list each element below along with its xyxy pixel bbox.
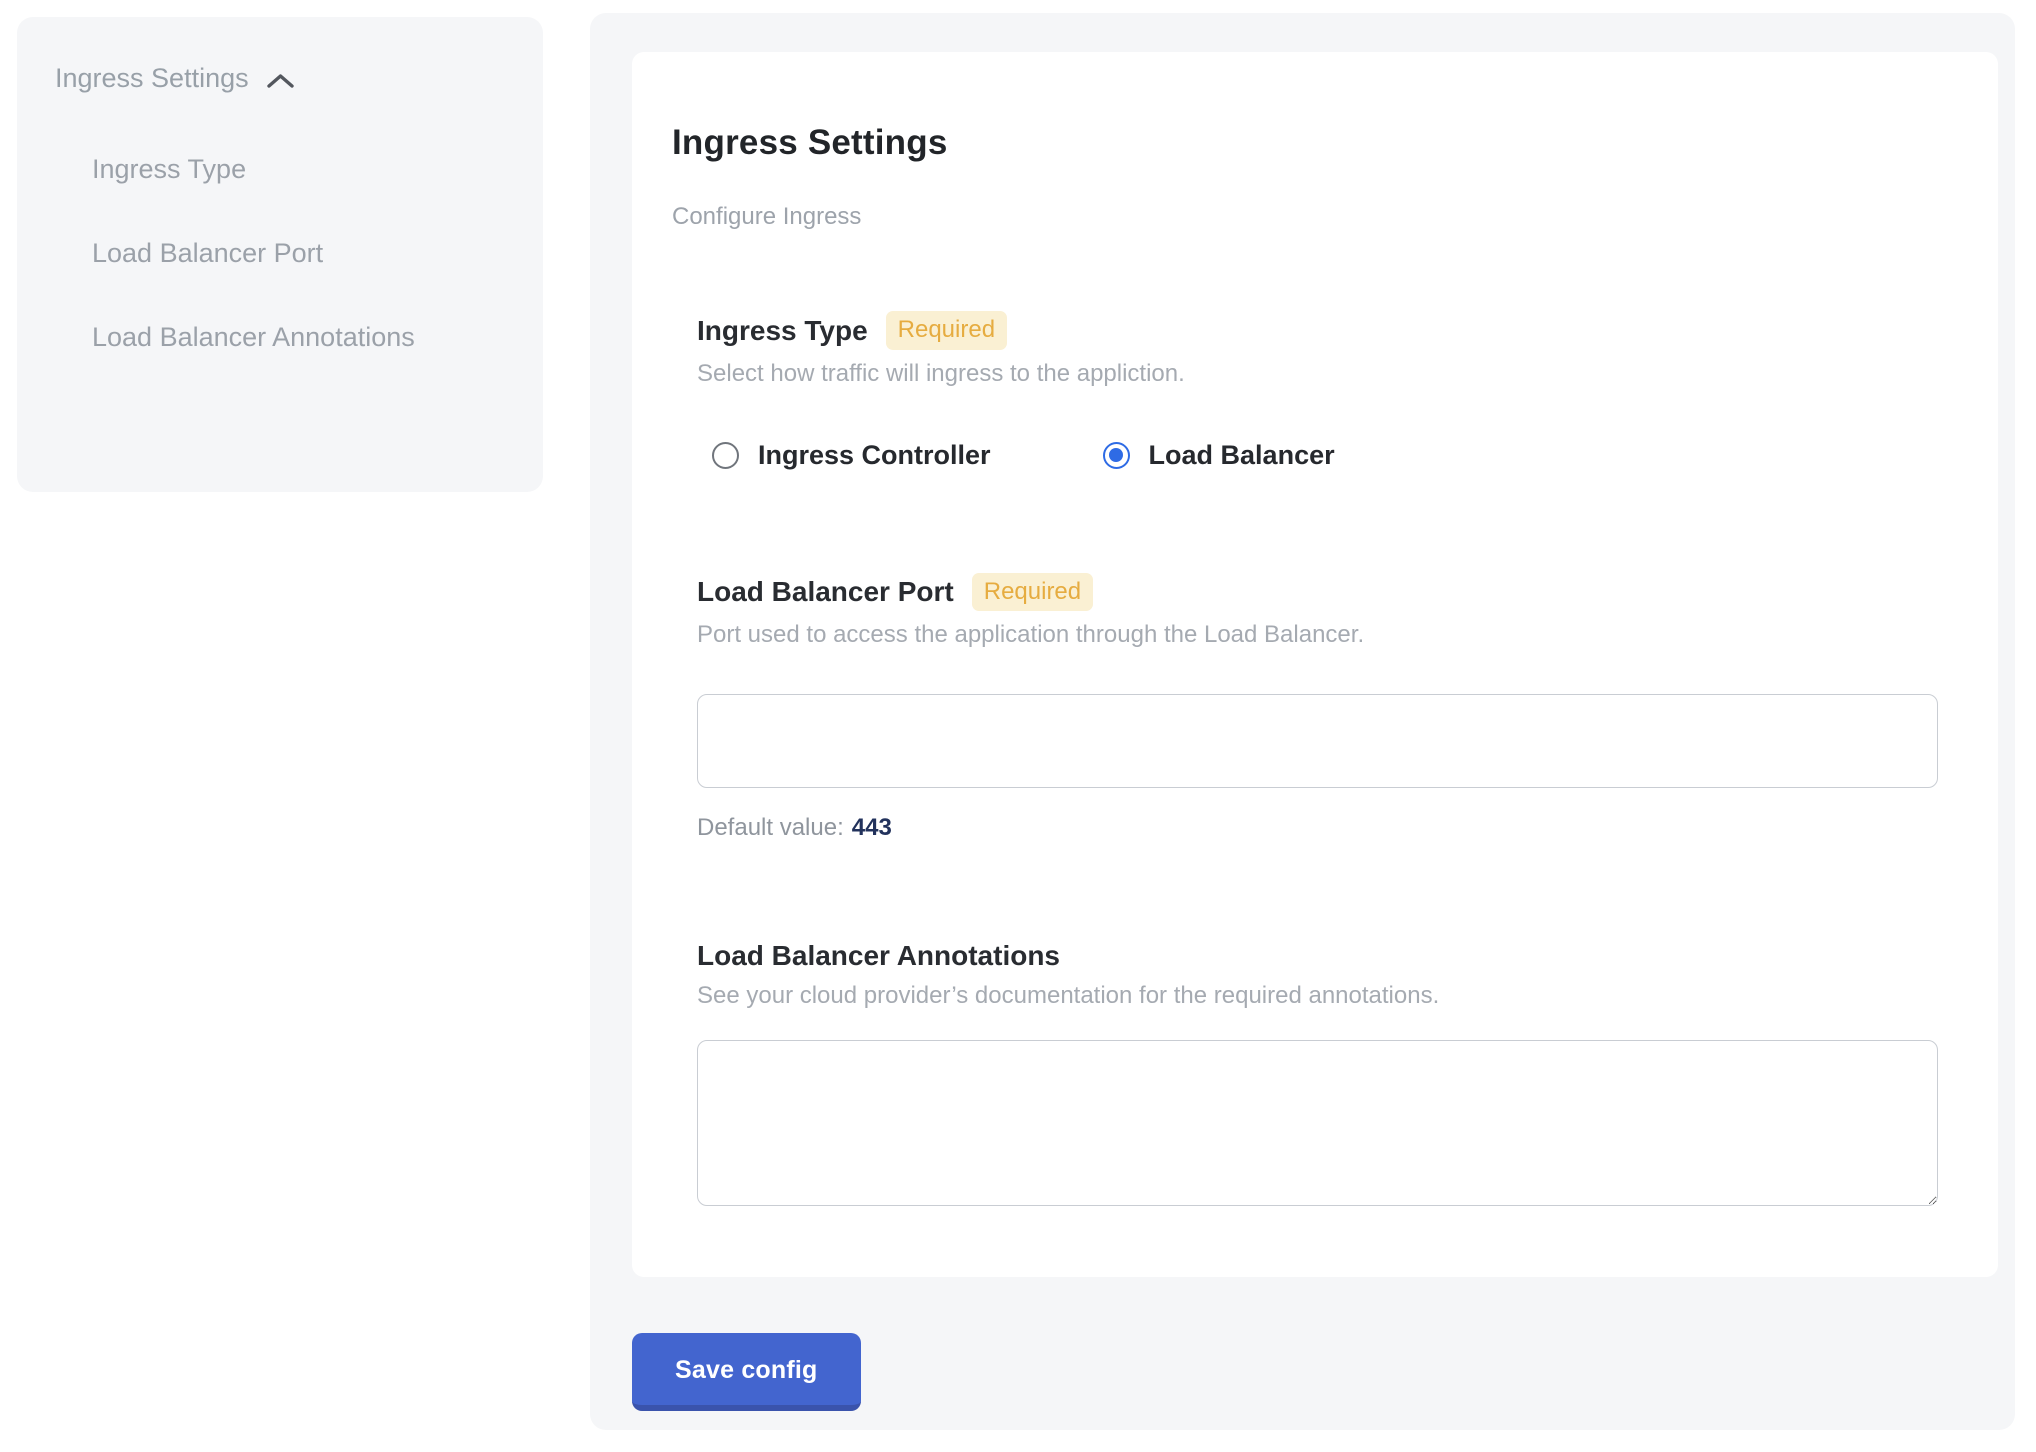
section-heading-load-balancer-annotations: Load Balancer Annotations (697, 940, 1060, 972)
default-value-label: Default value: (697, 814, 844, 841)
form-sections: Ingress Type Required Select how traffic… (697, 311, 1958, 1206)
page-title: Ingress Settings (672, 123, 1958, 163)
radio-checked-icon (1103, 442, 1130, 469)
section-lb-port-head: Load Balancer Port Required (697, 573, 1958, 611)
section-ingress-type: Ingress Type Required Select how traffic… (697, 311, 1958, 470)
section-ingress-type-head: Ingress Type Required (697, 311, 1958, 349)
section-description-ingress-type: Select how traffic will ingress to the a… (697, 360, 1958, 388)
section-load-balancer-port: Load Balancer Port Required Port used to… (697, 573, 1958, 842)
section-heading-ingress-type: Ingress Type (697, 315, 868, 347)
radio-label-ingress-controller: Ingress Controller (758, 440, 991, 471)
sidebar-heading-ingress-settings[interactable]: Ingress Settings (55, 63, 505, 94)
sidebar-item-ingress-type[interactable]: Ingress Type (92, 140, 422, 199)
default-value-number: 443 (852, 814, 892, 841)
default-value-helper: Default value: 443 (697, 814, 1958, 842)
main-panel: Ingress Settings Configure Ingress Ingre… (590, 13, 2015, 1430)
section-description-load-balancer-annotations: See your cloud provider’s documentation … (697, 982, 1958, 1010)
load-balancer-port-input[interactable] (697, 694, 1938, 788)
section-heading-load-balancer-port: Load Balancer Port (697, 576, 954, 608)
radio-option-load-balancer[interactable]: Load Balancer (1103, 440, 1335, 471)
save-config-button[interactable]: Save config (632, 1333, 861, 1411)
settings-sidebar: Ingress Settings Ingress Type Load Balan… (17, 17, 543, 492)
required-badge: Required (886, 311, 1007, 349)
sidebar-heading-label: Ingress Settings (55, 63, 249, 94)
load-balancer-annotations-textarea[interactable] (697, 1040, 1938, 1206)
chevron-up-icon (265, 71, 296, 91)
radio-label-load-balancer: Load Balancer (1149, 440, 1335, 471)
radio-unchecked-icon (712, 442, 739, 469)
required-badge: Required (972, 573, 1093, 611)
sidebar-item-load-balancer-port[interactable]: Load Balancer Port (92, 224, 422, 283)
page-subtitle: Configure Ingress (672, 203, 1958, 231)
section-description-load-balancer-port: Port used to access the application thro… (697, 621, 1958, 649)
section-lb-annotations-head: Load Balancer Annotations (697, 940, 1958, 972)
sidebar-item-list: Ingress Type Load Balancer Port Load Bal… (92, 140, 505, 367)
ingress-type-radio-group: Ingress Controller Load Balancer (697, 440, 1958, 471)
ingress-settings-card: Ingress Settings Configure Ingress Ingre… (632, 52, 1998, 1277)
section-load-balancer-annotations: Load Balancer Annotations See your cloud… (697, 940, 1958, 1206)
radio-option-ingress-controller[interactable]: Ingress Controller (712, 440, 991, 471)
sidebar-item-load-balancer-annotations[interactable]: Load Balancer Annotations (92, 308, 422, 367)
